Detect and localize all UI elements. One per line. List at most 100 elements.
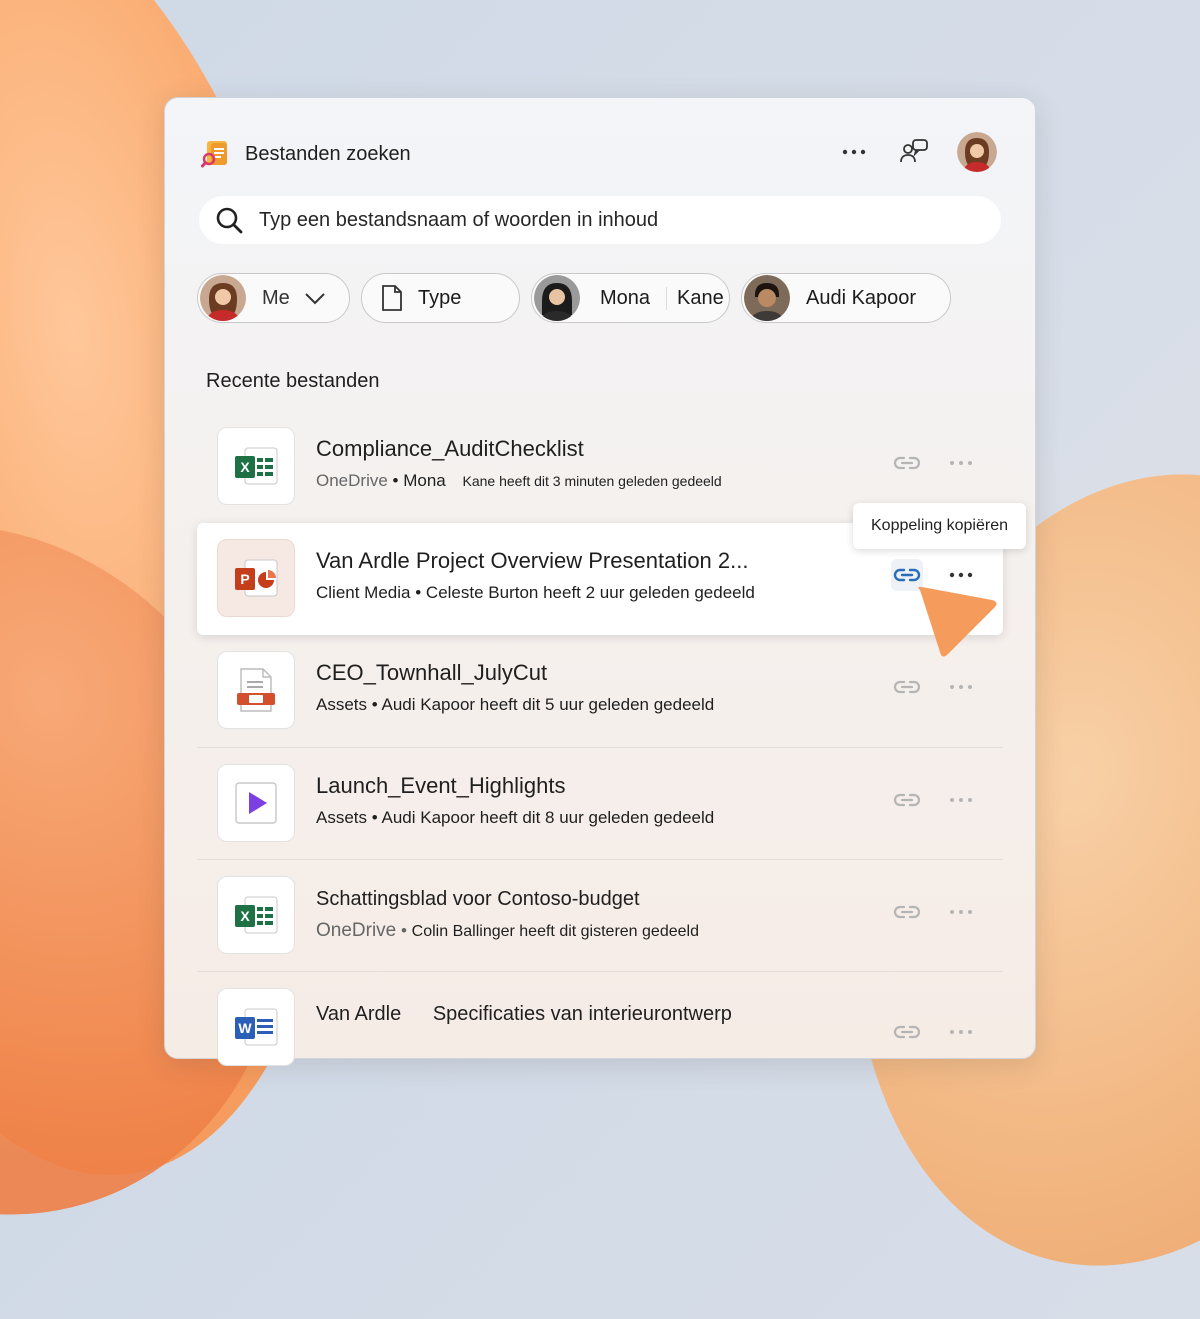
more-options-button[interactable]	[945, 1016, 977, 1048]
file-location: Assets	[316, 808, 368, 827]
file-name: Launch_Event_Highlights	[316, 773, 566, 798]
more-options-button[interactable]	[945, 896, 977, 928]
excel-icon: X	[235, 447, 278, 485]
more-icon	[950, 461, 972, 465]
copy-link-button[interactable]	[891, 671, 923, 703]
file-row[interactable]: X Schattingsblad voor Contoso-budget One…	[197, 859, 1003, 971]
file-location: OneDrive	[316, 471, 388, 490]
svg-text:W: W	[238, 1020, 252, 1036]
panel-header: Bestanden zoeken	[201, 136, 411, 172]
file-location: Assets	[316, 695, 368, 714]
file-shared-by: Mona	[403, 471, 446, 490]
file-meta: OneDrive • Mona Kane heeft dit 3 minuten…	[316, 471, 722, 491]
svg-text:X: X	[240, 908, 250, 924]
file-location: Client Media	[316, 583, 411, 602]
link-icon	[893, 568, 921, 582]
file-search-app-icon	[201, 139, 231, 169]
file-meta: Assets • Audi Kapoor heeft dit 8 uur gel…	[316, 808, 714, 828]
meta-separator: •	[371, 808, 382, 827]
file-row[interactable]: W Van Ardle Specificaties van interieuro…	[197, 971, 1003, 1083]
file-name-part: Van Ardle	[316, 1003, 402, 1025]
video-file-icon	[237, 668, 275, 712]
copy-link-button[interactable]	[891, 784, 923, 816]
file-icon-container	[217, 764, 295, 842]
link-icon	[893, 905, 921, 919]
file-shared-info: Audi Kapoor heeft dit 5 uur geleden gede…	[381, 695, 715, 714]
filter-chip-person-last: Kane	[666, 286, 724, 310]
user-avatar-button[interactable]	[957, 132, 997, 172]
link-icon	[893, 1025, 921, 1039]
copy-link-tooltip: Koppeling kopiëren	[853, 503, 1026, 549]
file-shared-info: Audi Kapoor heeft dit 8 uur geleden gede…	[381, 808, 715, 827]
user-avatar	[957, 132, 997, 172]
filter-chips: Me Type Mona Kane Audi Kapoor	[197, 273, 951, 323]
svg-text:P: P	[240, 571, 249, 587]
file-name: Compliance_AuditChecklist	[316, 436, 584, 461]
copy-link-button[interactable]	[891, 1016, 923, 1048]
file-icon-container: P	[217, 539, 295, 617]
excel-icon: X	[235, 896, 278, 934]
file-location: OneDrive	[316, 920, 397, 941]
more-icon	[950, 798, 972, 802]
video-play-icon	[235, 782, 277, 824]
people-chat-icon	[900, 139, 928, 163]
file-shared-info: Kane heeft dit 3 minuten geleden gedeeld	[462, 473, 722, 489]
chevron-down-icon	[305, 293, 325, 305]
section-title: Recente bestanden	[206, 370, 380, 392]
cursor-pointer-icon	[918, 586, 997, 657]
filter-chip-me[interactable]: Me	[197, 273, 350, 323]
filter-chip-audi-kapoor-label: Audi Kapoor	[806, 286, 917, 309]
file-meta: OneDrive • Colin Ballinger heeft dit gis…	[316, 920, 699, 942]
file-meta: Assets • Audi Kapoor heeft dit 5 uur gel…	[316, 695, 714, 715]
document-icon	[382, 285, 402, 311]
file-icon-container	[217, 651, 295, 729]
file-shared-info: Celeste Burton heeft 2 uur geleden gedee…	[425, 583, 755, 602]
filter-chip-me-label: Me	[262, 286, 290, 309]
file-icon-container: X	[217, 876, 295, 954]
file-name: Schattingsblad voor Contoso-budget	[316, 888, 640, 910]
link-icon	[893, 456, 921, 470]
search-icon	[216, 207, 243, 234]
link-icon	[893, 793, 921, 807]
filter-chip-audi-kapoor[interactable]: Audi Kapoor	[741, 273, 951, 323]
copy-link-button[interactable]	[891, 896, 923, 928]
file-shared-info: Colin Ballinger heeft dit gisteren gedee…	[411, 923, 699, 940]
filter-chip-person-first: Mona	[600, 286, 651, 309]
link-icon	[893, 680, 921, 694]
me-avatar	[200, 275, 246, 321]
filter-chip-type[interactable]: Type	[361, 273, 520, 323]
more-icon	[950, 1030, 972, 1034]
file-row[interactable]: Launch_Event_Highlights Assets • Audi Ka…	[197, 747, 1003, 859]
search-bar[interactable]	[199, 196, 1001, 244]
more-options-button[interactable]	[945, 671, 977, 703]
meta-separator: •	[415, 583, 426, 602]
audi-kapoor-avatar	[744, 275, 790, 321]
more-options-button[interactable]	[945, 447, 977, 479]
app-title: Bestanden zoeken	[245, 142, 411, 165]
mona-kane-avatar	[534, 275, 580, 321]
powerpoint-icon: P	[235, 559, 278, 597]
more-icon	[950, 685, 972, 689]
more-options-button[interactable]	[945, 784, 977, 816]
file-meta: Client Media • Celeste Burton heeft 2 uu…	[316, 583, 755, 603]
more-icon	[949, 572, 973, 578]
people-chat-button[interactable]	[897, 135, 931, 169]
meta-separator: •	[392, 471, 404, 490]
file-icon-container: W	[217, 988, 295, 1066]
word-icon: W	[235, 1008, 278, 1046]
svg-text:X: X	[240, 459, 250, 475]
file-name: Van Ardle Project Overview Presentation …	[316, 548, 749, 573]
copy-link-button[interactable]	[891, 447, 923, 479]
filter-chip-type-label: Type	[418, 286, 462, 309]
meta-separator: •	[400, 921, 412, 940]
file-name: Van Ardle Specificaties van interieuront…	[316, 1003, 732, 1026]
file-name-part: Specificaties van interieurontwerp	[432, 1003, 732, 1025]
more-options-button[interactable]	[837, 135, 871, 169]
search-input[interactable]	[257, 207, 1001, 233]
more-icon	[950, 910, 972, 914]
filter-chip-mona-kane[interactable]: Mona Kane	[531, 273, 730, 323]
meta-separator: •	[371, 695, 382, 714]
file-search-panel: Bestanden zoeken Typ een bestandsnaam of…	[164, 97, 1036, 1066]
more-icon	[842, 149, 866, 155]
file-row[interactable]: CEO_Townhall_JulyCut Assets • Audi Kapoo…	[197, 635, 1003, 747]
